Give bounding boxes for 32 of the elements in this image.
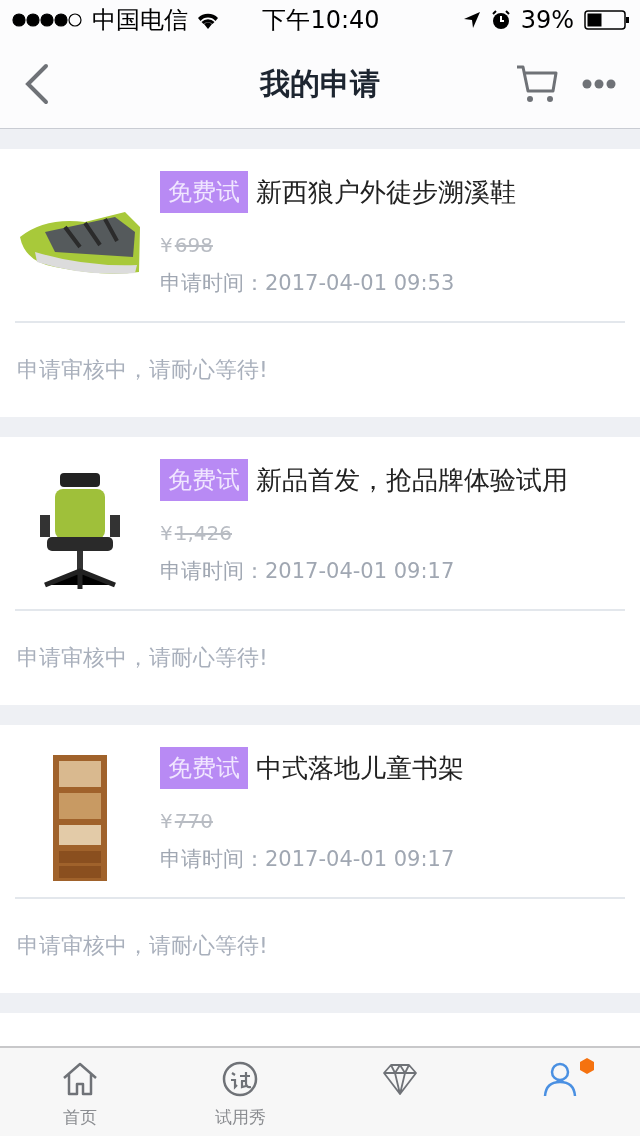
currency-sign: ¥ [160, 521, 173, 545]
clock: 下午10:40 [262, 5, 380, 36]
free-trial-badge: 免费试 [160, 747, 248, 789]
apply-time: 申请时间：2017-04-01 09:17 [160, 846, 456, 873]
page-title: 我的申请 [260, 64, 380, 103]
location-icon [462, 11, 481, 29]
original-price: 698 [174, 233, 213, 257]
cart-button[interactable] [516, 64, 558, 104]
carrier: 中国电信 [92, 5, 188, 36]
original-price: 770 [174, 809, 213, 833]
tab[interactable]: 首页 [0, 1048, 160, 1136]
tab[interactable]: 试用秀 [160, 1048, 320, 1136]
currency-sign: ¥ [160, 233, 173, 257]
alarm-icon [490, 10, 511, 30]
battery-icon [584, 10, 630, 30]
original-price: 1,426 [174, 521, 232, 545]
free-trial-badge: 免费试 [160, 459, 248, 501]
more-button[interactable] [582, 79, 616, 89]
review-status: 申请审核中，请耐心等待! [16, 644, 269, 672]
product-title: 新品首发，抢品牌体验试用 [256, 463, 568, 497]
currency-sign: ¥ [160, 809, 173, 833]
signal-icon [12, 12, 84, 28]
back-button[interactable] [24, 63, 50, 105]
review-status: 申请审核中，请耐心等待! [16, 356, 269, 384]
product-title: 中式落地儿童书架 [256, 751, 464, 785]
wifi-icon [196, 11, 220, 29]
battery-percent: 39% [520, 6, 574, 34]
apply-time: 申请时间：2017-04-01 09:17 [160, 558, 456, 585]
apply-time: 申请时间：2017-04-01 09:53 [160, 270, 456, 297]
review-status: 申请审核中，请耐心等待! [16, 932, 269, 960]
free-trial-badge: 免费试 [160, 171, 248, 213]
product-title: 新西狼户外徒步溯溪鞋 [256, 175, 516, 209]
